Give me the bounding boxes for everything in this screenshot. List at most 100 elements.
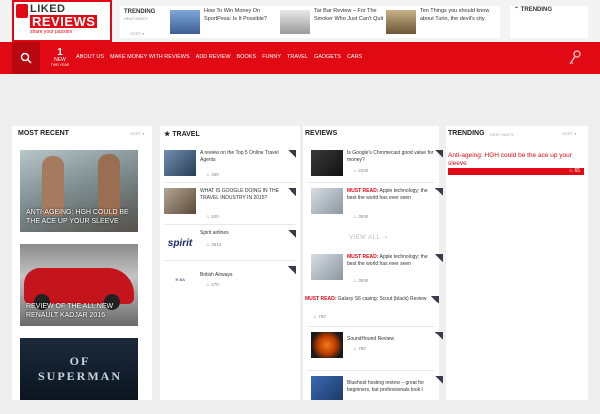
logo-tagline: share your passion: [30, 29, 73, 35]
trending-thumbnail: [386, 10, 416, 34]
bookmark-corner-icon[interactable]: [435, 254, 443, 262]
travel-item-title: British Airways: [200, 272, 233, 278]
view-all-link[interactable]: VIEW ALL ⇢: [349, 234, 388, 241]
card-figure: [98, 154, 120, 216]
recent-card[interactable]: OF SUPERMAN: [20, 338, 138, 400]
main-nav: 1 NEW THIS YEAR ABOUT US MAKE MONEY WITH…: [0, 42, 600, 74]
apple-thumbnail: [311, 188, 343, 214]
top-bar: LIKED REVIEWS share your passion TRENDIN…: [0, 0, 600, 42]
trending-item-title[interactable]: Anti-ageing: HGH could be the ace up you…: [448, 152, 586, 168]
travel-item[interactable]: ≋ BA British Airways ♨ 270: [160, 266, 300, 304]
chromecast-thumbnail: [311, 150, 343, 176]
recent-card-caption: REVIEW OF THE ALL NEW RENAULT KADJAR 201…: [26, 303, 114, 319]
review-item-title: Bluehost hosting review – great for begi…: [347, 380, 424, 393]
divider: [164, 182, 296, 183]
trending-strip-item-text: Ten Things you should know about Turin, …: [420, 8, 490, 22]
trending-strip-item-text: Tar Bar Review – For The Smoker Who Just…: [314, 8, 384, 22]
trending-strip-item-text: How To Win Money On SportPesa: Is It Pos…: [204, 8, 267, 22]
divider: [307, 182, 435, 183]
review-item[interactable]: MUST READ: Apple technology; the best th…: [303, 254, 443, 292]
new-sub: THIS YEAR: [50, 63, 70, 67]
review-item-count: ♨ 3930: [353, 214, 369, 219]
review-item-title: MUST READ: Apple technology; the best th…: [347, 254, 428, 267]
logo-reviews-text: REVIEWS: [30, 14, 98, 29]
trending-mini-panel: ⌃ TRENDING: [510, 6, 588, 38]
travel-item-count: ♨ 260: [206, 172, 219, 177]
travel-item[interactable]: WHAT IS GOOGLE DOING IN THE TRAVEL INDUS…: [160, 188, 300, 226]
trending-heat-bar: ♨ 65: [448, 168, 584, 175]
recent-card-caption: OF SUPERMAN: [38, 354, 122, 383]
bookmark-corner-icon[interactable]: [435, 188, 443, 196]
bookmark-corner-icon[interactable]: [435, 332, 443, 340]
most-recent-column: MOST RECENT SORT ▾ ANTI-AGEING: HGH COUL…: [12, 126, 152, 400]
travel-title: ★ TRAVEL: [164, 131, 200, 138]
bookmark-corner-icon[interactable]: [288, 266, 296, 274]
review-item-title: MUST READ: Apple technology; the best th…: [347, 188, 428, 201]
recent-card[interactable]: REVIEW OF THE ALL NEW RENAULT KADJAR 201…: [20, 244, 138, 326]
travel-thumbnail: [164, 188, 196, 214]
trending-thumbnail: [170, 10, 200, 34]
nav-funny[interactable]: FUNNY: [262, 54, 281, 60]
trending-sort[interactable]: SORT ▾: [562, 131, 576, 136]
bookmark-corner-icon[interactable]: [431, 296, 439, 304]
bookmark-corner-icon[interactable]: [435, 376, 443, 384]
nav-make-money[interactable]: MAKE MONEY WITH REVIEWS: [110, 54, 190, 60]
review-item-count: ♨ 780: [353, 346, 366, 351]
divider: [164, 260, 296, 261]
travel-item-count: ♨ 520: [206, 214, 219, 219]
review-item[interactable]: SoundHound Review ♨ 780: [303, 332, 443, 370]
bookmark-corner-icon[interactable]: [435, 150, 443, 158]
bookmark-corner-icon[interactable]: [288, 188, 296, 196]
travel-item[interactable]: spirit Spirit airlines ♨ 3610: [160, 230, 300, 268]
review-item-count: ♨ 750: [313, 314, 326, 319]
travel-item-count: ♨ 270: [206, 282, 219, 287]
travel-item-title: A review on the Top 5 Online Travel Agen…: [200, 150, 279, 163]
recent-card[interactable]: ANTI-AGEING: HGH COULD BE THE ACE UP YOU…: [20, 150, 138, 232]
travel-thumbnail: spirit: [164, 230, 196, 256]
trending-mini-label: ⌃ TRENDING: [514, 7, 553, 13]
british-airways-logo-icon: ≋ BA: [175, 276, 185, 282]
trending-strip-item[interactable]: Tar Bar Review – For The Smoker Who Just…: [280, 8, 390, 36]
divider: [164, 224, 296, 225]
key-icon[interactable]: [568, 50, 582, 66]
most-recent-sort[interactable]: SORT ▾: [130, 131, 144, 136]
review-item-count: ♨ 3930: [353, 278, 369, 283]
bluehost-thumbnail: [311, 376, 343, 400]
trending-strip-label: TRENDING: [124, 9, 156, 15]
recent-card-caption: ANTI-AGEING: HGH COULD BE THE ACE UP YOU…: [26, 209, 129, 225]
travel-thumbnail: ≋ BA: [164, 266, 196, 292]
review-item[interactable]: MUST READ: Apple technology; the best th…: [303, 188, 443, 226]
review-item[interactable]: MUST READ: Galaxy S6 casing; Scout (blac…: [303, 296, 439, 334]
trending-strip-sort[interactable]: SORT ▾: [130, 31, 144, 36]
new-this-year[interactable]: 1 NEW THIS YEAR: [46, 47, 74, 68]
travel-item-title: WHAT IS GOOGLE DOING IN THE TRAVEL INDUS…: [200, 188, 279, 201]
soundhound-thumbnail: [311, 332, 343, 358]
travel-item-title: Spirit airlines: [200, 230, 229, 236]
trending-thumbnail: [280, 10, 310, 34]
bookmark-corner-icon[interactable]: [288, 150, 296, 158]
reviews-column: REVIEWS Is Google's Chromecast good valu…: [303, 126, 443, 400]
apple-thumbnail: [311, 254, 343, 280]
search-button[interactable]: [12, 42, 40, 74]
nav-travel[interactable]: TRAVEL: [287, 54, 308, 60]
review-item-title: Is Google's Chromecast good value for mo…: [347, 150, 434, 163]
review-item[interactable]: Bluehost hosting review – great for begi…: [303, 376, 443, 414]
review-item-title: SoundHound Review: [347, 336, 394, 342]
bookmark-corner-icon[interactable]: [288, 230, 296, 238]
trending-strip-item[interactable]: Ten Things you should know about Turin, …: [386, 8, 496, 36]
new-count: 1: [57, 47, 63, 58]
travel-column: ★ TRAVEL A review on the Top 5 Online Tr…: [160, 126, 300, 400]
site-logo[interactable]: LIKED REVIEWS share your passion: [12, 0, 112, 42]
divider: [307, 370, 435, 371]
card-figure: [42, 156, 64, 216]
nav-gadgets[interactable]: GADGETS: [314, 54, 341, 60]
nav-about-us[interactable]: ABOUT US: [76, 54, 104, 60]
spirit-logo-icon: spirit: [167, 237, 193, 249]
trending-strip-item[interactable]: How To Win Money On SportPesa: Is It Pos…: [170, 8, 280, 36]
trending-count: ♨ 65: [568, 168, 580, 174]
nav-add-review[interactable]: ADD REVIEW: [196, 54, 231, 60]
nav-cars[interactable]: CARS: [347, 54, 362, 60]
search-icon: [20, 52, 32, 64]
reviews-title: REVIEWS: [305, 130, 338, 137]
nav-books[interactable]: BOOKS: [237, 54, 257, 60]
